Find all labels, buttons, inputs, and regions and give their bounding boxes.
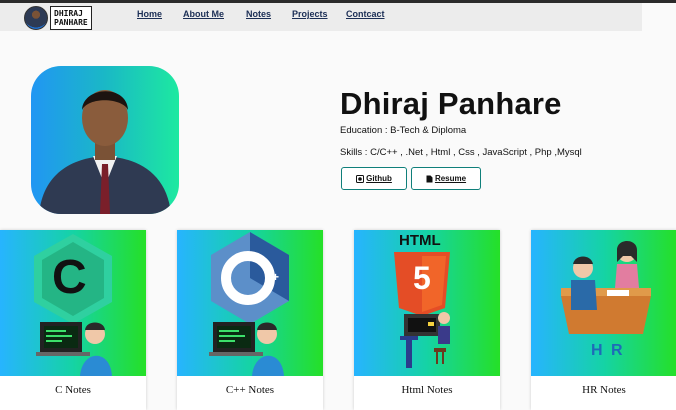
html5-icon: [394, 252, 450, 368]
profile-photo: [31, 66, 179, 214]
logo-avatar: [24, 6, 48, 30]
nav-notes[interactable]: Notes: [246, 9, 271, 19]
c-notes-image: C: [0, 230, 146, 376]
notes-card-c[interactable]: C C Notes: [0, 230, 146, 410]
profile-skills: Skills : C/C++ , .Net , Html , Css , Jav…: [340, 147, 582, 158]
html-logo-number: 5: [413, 260, 431, 296]
notes-card-hr[interactable]: H R HR Notes: [531, 230, 676, 410]
nav-home[interactable]: Home: [137, 9, 162, 19]
logo-text: DHIRAJ PANHARE: [50, 6, 92, 30]
card-label-hr-notes: HR Notes: [582, 384, 626, 396]
logo-text-line2: PANHARE: [54, 18, 88, 27]
nav-about-me[interactable]: About Me: [183, 9, 224, 19]
person-illustration: [39, 90, 171, 214]
profile-education: Education : B-Tech & Diploma: [340, 125, 467, 136]
nav-contact[interactable]: Contcact: [346, 9, 385, 19]
resume-label: Resume: [434, 174, 467, 183]
html-notes-image: HTML 5: [354, 230, 500, 376]
resume-button[interactable]: Resume: [411, 167, 481, 190]
navbar: DHIRAJ PANHARE Home About Me Notes Proje…: [0, 3, 642, 31]
card-label-html-notes: Html Notes: [401, 384, 453, 396]
cpp-language-icon: [209, 232, 289, 376]
card-label-c-notes: C Notes: [55, 384, 91, 396]
github-label: Github: [366, 174, 392, 183]
github-icon: [356, 174, 365, 183]
notes-card-cpp[interactable]: ++ C++ Notes: [177, 230, 323, 410]
cpp-notes-image: ++: [177, 230, 323, 376]
logo-text-line1: DHIRAJ: [54, 9, 83, 18]
c-logo-letter: C: [52, 251, 87, 304]
html-logo-text: HTML: [399, 232, 441, 249]
site-logo[interactable]: DHIRAJ PANHARE: [24, 6, 92, 30]
cpp-logo-sup: ++: [265, 270, 280, 284]
github-button[interactable]: Github: [341, 167, 407, 190]
card-label-cpp-notes: C++ Notes: [225, 384, 275, 396]
document-icon: [426, 175, 433, 182]
notes-card-html[interactable]: HTML 5 Html Notes: [354, 230, 500, 410]
hr-notes-image: H R: [531, 230, 676, 376]
hr-logo-text: H R: [591, 342, 625, 359]
nav-projects[interactable]: Projects: [292, 9, 328, 19]
profile-name: Dhiraj Panhare: [340, 86, 562, 121]
